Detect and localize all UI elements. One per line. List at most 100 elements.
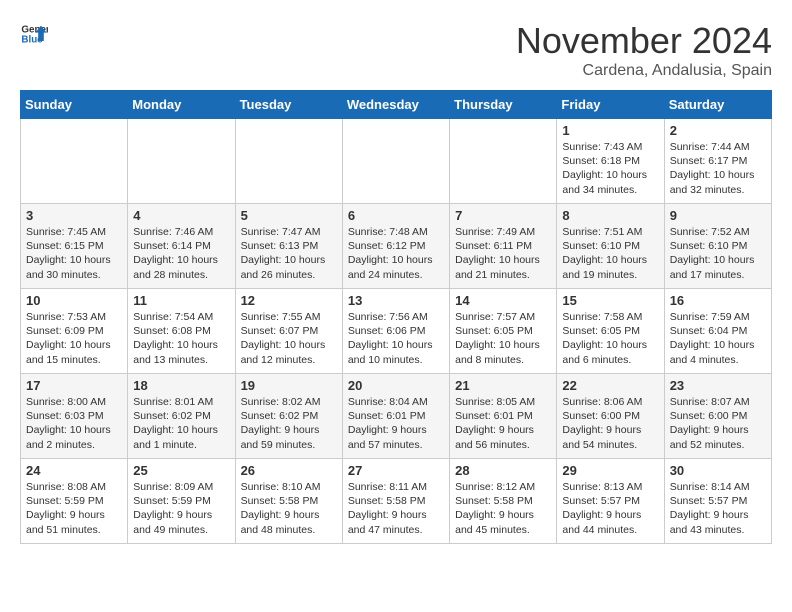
day-info: Sunrise: 8:09 AM xyxy=(133,480,229,494)
day-number: 30 xyxy=(670,463,766,478)
day-number: 12 xyxy=(241,293,337,308)
day-info: Daylight: 10 hours and 15 minutes. xyxy=(26,338,122,366)
day-info: Sunset: 6:10 PM xyxy=(670,239,766,253)
calendar-week-1: 1Sunrise: 7:43 AMSunset: 6:18 PMDaylight… xyxy=(21,119,772,204)
day-info: Daylight: 10 hours and 21 minutes. xyxy=(455,253,551,281)
calendar-cell: 9Sunrise: 7:52 AMSunset: 6:10 PMDaylight… xyxy=(664,204,771,289)
day-info: Daylight: 10 hours and 6 minutes. xyxy=(562,338,658,366)
calendar-week-4: 17Sunrise: 8:00 AMSunset: 6:03 PMDayligh… xyxy=(21,374,772,459)
calendar-cell: 4 Sunrise: 7:46 AMSunset: 6:14 PMDaylight… xyxy=(128,204,235,289)
day-info: Sunset: 5:58 PM xyxy=(348,494,444,508)
day-number: 23 xyxy=(670,378,766,393)
day-info: Sunset: 6:14 PM xyxy=(133,239,229,253)
calendar-cell: 23Sunrise: 8:07 AMSunset: 6:00 PMDayligh… xyxy=(664,374,771,459)
calendar-cell: 15Sunrise: 7:58 AMSunset: 6:05 PMDayligh… xyxy=(557,289,664,374)
day-number: 16 xyxy=(670,293,766,308)
day-info: Sunrise: 7:51 AM xyxy=(562,225,658,239)
day-info: Sunrise: 8:05 AM xyxy=(455,395,551,409)
day-info: Sunrise: 8:06 AM xyxy=(562,395,658,409)
day-number: 2 xyxy=(670,123,766,138)
calendar-cell: 22Sunrise: 8:06 AMSunset: 6:00 PMDayligh… xyxy=(557,374,664,459)
day-info: Daylight: 9 hours and 51 minutes. xyxy=(26,508,122,536)
day-info: Daylight: 9 hours and 48 minutes. xyxy=(241,508,337,536)
calendar-cell: 13Sunrise: 7:56 AMSunset: 6:06 PMDayligh… xyxy=(342,289,449,374)
day-number: 21 xyxy=(455,378,551,393)
day-number: 29 xyxy=(562,463,658,478)
calendar-cell: 12 Sunrise: 7:55 AMSunset: 6:07 PMDayligh… xyxy=(235,289,342,374)
calendar-cell: 6 Sunrise: 7:48 AMSunset: 6:12 PMDaylight… xyxy=(342,204,449,289)
calendar-cell: 28Sunrise: 8:12 AMSunset: 5:58 PMDayligh… xyxy=(450,459,557,544)
day-info: Sunrise: 7:48 AM xyxy=(348,225,444,239)
month-title: November 2024 xyxy=(516,20,772,62)
day-number: 20 xyxy=(348,378,444,393)
day-info: Sunrise: 7:54 AM xyxy=(133,310,229,324)
day-info: Sunset: 6:09 PM xyxy=(26,324,122,338)
day-info: Sunrise: 8:14 AM xyxy=(670,480,766,494)
calendar-table: SundayMondayTuesdayWednesdayThursdayFrid… xyxy=(20,90,772,544)
day-info: Sunset: 5:58 PM xyxy=(241,494,337,508)
day-info: Sunset: 6:00 PM xyxy=(670,409,766,423)
day-info: Sunrise: 7:55 AM xyxy=(241,310,337,324)
day-number: 4 xyxy=(133,208,229,223)
day-info: Sunset: 6:06 PM xyxy=(348,324,444,338)
day-info: Sunset: 6:12 PM xyxy=(348,239,444,253)
day-info: Sunset: 6:17 PM xyxy=(670,154,766,168)
logo: General Blue xyxy=(20,20,48,48)
location: Cardena, Andalusia, Spain xyxy=(516,62,772,80)
day-number: 27 xyxy=(348,463,444,478)
day-info: Sunset: 6:01 PM xyxy=(348,409,444,423)
day-number: 10 xyxy=(26,293,122,308)
day-info: Daylight: 10 hours and 28 minutes. xyxy=(133,253,229,281)
day-info: Sunset: 6:08 PM xyxy=(133,324,229,338)
day-info: Sunset: 6:07 PM xyxy=(241,324,337,338)
day-info: Sunset: 6:04 PM xyxy=(670,324,766,338)
calendar-cell: 18Sunrise: 8:01 AMSunset: 6:02 PMDayligh… xyxy=(128,374,235,459)
day-info: Sunset: 6:02 PM xyxy=(133,409,229,423)
day-number: 5 xyxy=(241,208,337,223)
calendar-cell: 10Sunrise: 7:53 AMSunset: 6:09 PMDayligh… xyxy=(21,289,128,374)
day-info: Daylight: 10 hours and 10 minutes. xyxy=(348,338,444,366)
day-info: Sunset: 5:57 PM xyxy=(670,494,766,508)
day-info: Sunset: 6:11 PM xyxy=(455,239,551,253)
calendar-cell xyxy=(450,119,557,204)
calendar-cell: 2Sunrise: 7:44 AMSunset: 6:17 PMDaylight… xyxy=(664,119,771,204)
day-number: 6 xyxy=(348,208,444,223)
day-info: Daylight: 9 hours and 54 minutes. xyxy=(562,423,658,451)
day-number: 25 xyxy=(133,463,229,478)
day-info: Sunset: 6:01 PM xyxy=(455,409,551,423)
day-info: Daylight: 10 hours and 24 minutes. xyxy=(348,253,444,281)
day-info: Sunrise: 8:11 AM xyxy=(348,480,444,494)
day-number: 19 xyxy=(241,378,337,393)
day-number: 13 xyxy=(348,293,444,308)
calendar-cell: 11 Sunrise: 7:54 AMSunset: 6:08 PMDayligh… xyxy=(128,289,235,374)
day-info: Sunrise: 8:08 AM xyxy=(26,480,122,494)
day-info: Sunset: 6:03 PM xyxy=(26,409,122,423)
day-info: Sunset: 5:59 PM xyxy=(26,494,122,508)
day-info: Sunrise: 7:47 AM xyxy=(241,225,337,239)
day-info: Sunrise: 8:02 AM xyxy=(241,395,337,409)
day-info: Daylight: 9 hours and 43 minutes. xyxy=(670,508,766,536)
page-header: General Blue November 2024 Cardena, Anda… xyxy=(20,20,772,80)
calendar-cell: 3Sunrise: 7:45 AMSunset: 6:15 PMDaylight… xyxy=(21,204,128,289)
calendar-cell xyxy=(128,119,235,204)
day-number: 11 xyxy=(133,293,229,308)
title-block: November 2024 Cardena, Andalusia, Spain xyxy=(516,20,772,80)
day-info: Daylight: 10 hours and 13 minutes. xyxy=(133,338,229,366)
day-info: Sunrise: 7:43 AM xyxy=(562,140,658,154)
day-number: 15 xyxy=(562,293,658,308)
day-info: Sunrise: 7:52 AM xyxy=(670,225,766,239)
calendar-cell: 25 Sunrise: 8:09 AMSunset: 5:59 PMDayligh… xyxy=(128,459,235,544)
day-info: Daylight: 10 hours and 2 minutes. xyxy=(26,423,122,451)
day-info: Daylight: 9 hours and 57 minutes. xyxy=(348,423,444,451)
day-info: Daylight: 9 hours and 49 minutes. xyxy=(133,508,229,536)
day-info: Sunset: 5:57 PM xyxy=(562,494,658,508)
day-info: Sunset: 6:15 PM xyxy=(26,239,122,253)
day-number: 28 xyxy=(455,463,551,478)
day-info: Sunset: 5:59 PM xyxy=(133,494,229,508)
day-info: Sunrise: 7:46 AM xyxy=(133,225,229,239)
day-info: Daylight: 10 hours and 26 minutes. xyxy=(241,253,337,281)
day-info: Sunrise: 7:45 AM xyxy=(26,225,122,239)
day-info: Daylight: 10 hours and 12 minutes. xyxy=(241,338,337,366)
day-number: 18 xyxy=(133,378,229,393)
day-number: 8 xyxy=(562,208,658,223)
